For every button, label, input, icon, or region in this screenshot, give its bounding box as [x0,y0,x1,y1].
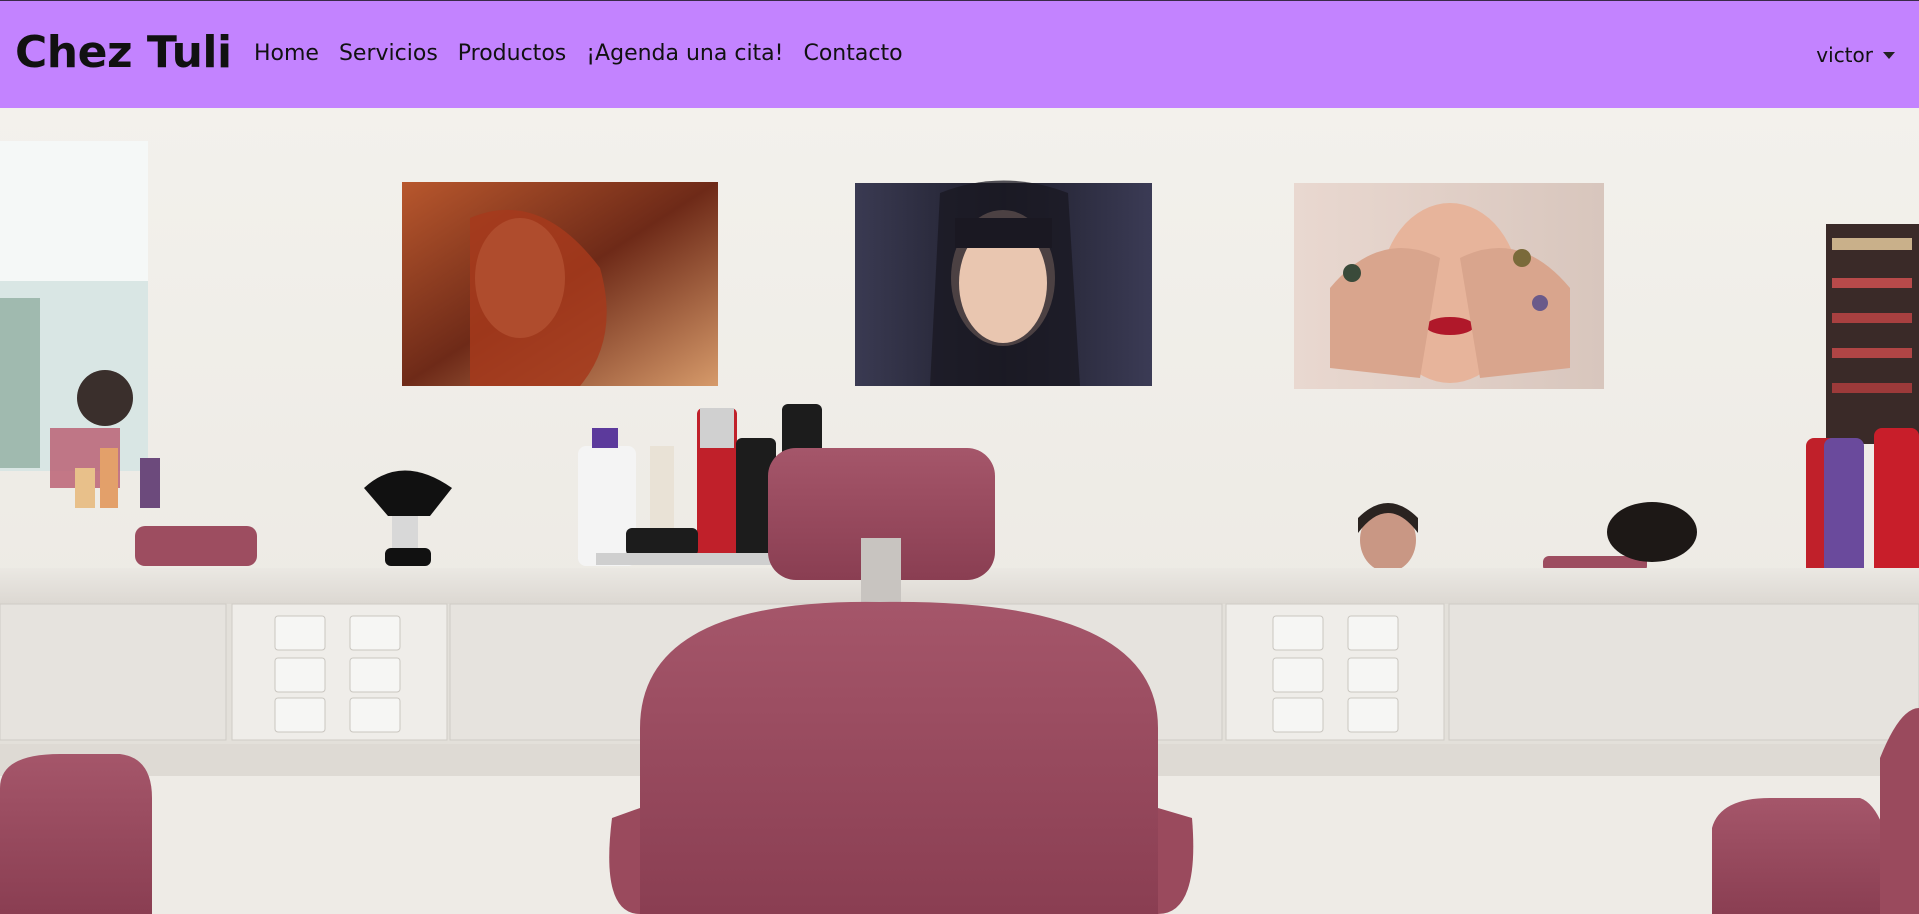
nav-link-contacto[interactable]: Contacto [803,41,902,66]
salon-illustration [0,108,1919,914]
nav-link-productos[interactable]: Productos [458,41,566,66]
hero-salon-image [0,108,1919,914]
poster-right [1294,183,1604,389]
left-mirror [0,141,160,508]
nav-link-servicios[interactable]: Servicios [339,41,438,66]
poster-center [855,180,1152,386]
poster-left [402,182,718,386]
top-navbar: Chez Tuli Home Servicios Productos ¡Agen… [0,0,1919,108]
nav-links: Home Servicios Productos ¡Agenda una cit… [254,41,903,66]
brand-logo-link[interactable]: Chez Tuli [15,27,232,78]
nav-link-home[interactable]: Home [254,41,319,66]
barber-chair-left [0,754,152,914]
user-dropdown-toggle[interactable]: victor [1816,43,1895,67]
chevron-down-icon [1883,51,1895,59]
nav-link-agenda-cita[interactable]: ¡Agenda una cita! [586,41,783,66]
user-name: victor [1816,43,1873,67]
